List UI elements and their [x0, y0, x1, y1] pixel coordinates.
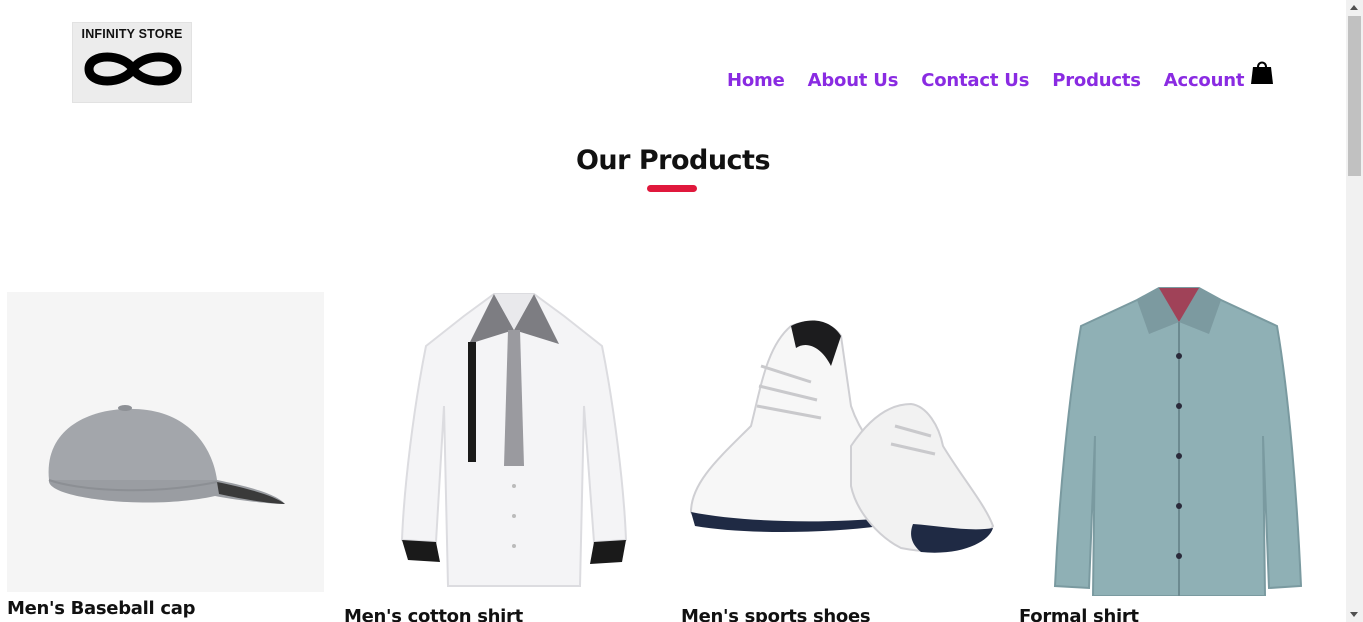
white-shirt-image[interactable] — [344, 286, 664, 596]
product-name[interactable]: Men's Baseball cap — [7, 598, 195, 619]
nav-home[interactable]: Home — [727, 70, 785, 91]
shopping-bag-icon — [1251, 61, 1273, 84]
nav-products[interactable]: Products — [1052, 70, 1141, 91]
nav-about-us[interactable]: About Us — [808, 70, 899, 91]
vertical-scrollbar[interactable] — [1346, 0, 1363, 622]
product-name[interactable]: Men's cotton shirt — [344, 606, 523, 622]
main-nav: Home About Us Contact Us Products Accoun… — [727, 70, 1267, 91]
product-name[interactable]: Men's sports shoes — [681, 606, 871, 622]
scroll-up-arrow-icon[interactable] — [1350, 5, 1358, 10]
title-underline — [647, 185, 697, 192]
logo-text: INFINITY STORE — [81, 27, 183, 41]
infinity-icon — [84, 52, 182, 86]
store-logo[interactable]: INFINITY STORE — [72, 22, 192, 103]
product-name[interactable]: Formal shirt — [1019, 606, 1139, 622]
scroll-thumb[interactable] — [1348, 16, 1361, 176]
scroll-down-arrow-icon[interactable] — [1350, 612, 1358, 617]
nav-account[interactable]: Account — [1164, 70, 1245, 91]
header: INFINITY STORE Home About Us Contact Us … — [0, 0, 1346, 120]
formal-shirt-image[interactable] — [1019, 286, 1339, 596]
sports-shoes-image[interactable] — [681, 286, 1001, 596]
cart-button[interactable] — [1250, 59, 1274, 85]
baseball-cap-image[interactable] — [7, 292, 327, 602]
section-title: Our Products — [575, 145, 771, 176]
nav-contact-us[interactable]: Contact Us — [921, 70, 1029, 91]
